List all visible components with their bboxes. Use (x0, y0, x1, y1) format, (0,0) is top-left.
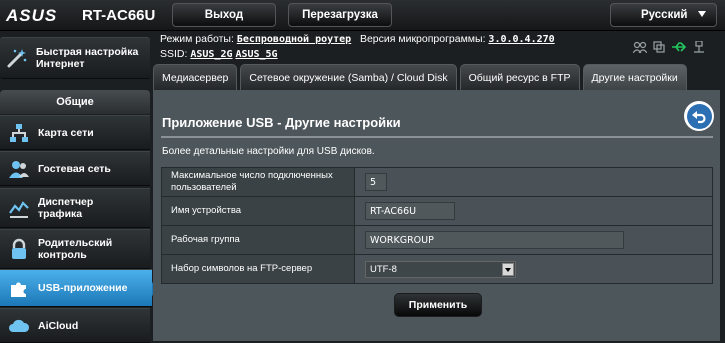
apply-button[interactable]: Применить (394, 293, 482, 317)
sidebar-item-label: Быстрая настройка Интернет (36, 46, 139, 70)
workgroup-label: Рабочая группа (161, 225, 355, 255)
table-row: Набор символов на FTP-сервер UTF-8 (161, 254, 713, 284)
puzzle-icon (8, 277, 30, 299)
max-users-cell: 5 (354, 167, 713, 197)
status-icons (632, 40, 705, 58)
traffic-graph-icon (8, 197, 30, 219)
ssid-label: SSID: (160, 48, 188, 60)
logout-button[interactable]: Выход (172, 3, 276, 27)
back-arrow-icon (686, 103, 712, 129)
ftp-charset-label: Набор символов на FTP-сервер (161, 254, 355, 284)
sidebar-item-guest-network[interactable]: Гостевая сеть (0, 151, 150, 186)
sidebar-item-label: Диспетчер трафика (38, 196, 94, 220)
top-bar: ASUS RT-AC66U Выход Перезагрузка Русский (0, 0, 725, 31)
workgroup-cell: WORKGROUP (354, 225, 713, 255)
device-name-label: Имя устройства (161, 196, 355, 226)
max-users-label: Максимальное число подключенных пользова… (161, 167, 355, 197)
sidebar-section-general: Общие (0, 90, 150, 114)
sidebar-item-quick-setup[interactable]: Быстрая настройка Интернет (0, 37, 150, 79)
cloud-icon (8, 315, 30, 337)
copy-icon[interactable] (653, 40, 665, 58)
main-panel: Приложение USB - Другие настройки Более … (153, 90, 720, 341)
tab-samba[interactable]: Сетевое окружение (Samba) / Cloud Disk (240, 64, 457, 90)
tab-other-settings[interactable]: Другие настройки (582, 64, 687, 90)
back-button[interactable] (684, 101, 714, 131)
asus-logo: ASUS (6, 6, 58, 25)
tab-ftp-share[interactable]: Общий ресурс в FTP (459, 64, 580, 90)
sidebar-item-aicloud[interactable]: AiCloud (0, 308, 150, 343)
sidebar-item-label: AiCloud (38, 319, 79, 332)
mode-label: Режим работы: (160, 33, 234, 45)
sidebar: Быстрая настройка Интернет Общие Карта с… (0, 31, 158, 343)
sidebar-item-usb-application[interactable]: USB-приложение (0, 269, 158, 307)
max-users-input[interactable]: 5 (365, 173, 387, 191)
firmware-label: Версия микропрограммы: (359, 33, 486, 45)
language-label: Русский (641, 9, 688, 21)
tab-bar: Медиасервер Сетевое окружение (Samba) / … (153, 64, 690, 90)
ssid-2g-link[interactable]: ASUS_2G (190, 49, 232, 60)
sidebar-item-label: Гостевая сеть (38, 162, 111, 175)
ftp-charset-cell: UTF-8 (354, 254, 713, 284)
mode-link[interactable]: Беспроводной роутер (237, 34, 351, 45)
settings-table: Максимальное число подключенных пользова… (161, 167, 713, 284)
language-select[interactable]: Русский (610, 3, 717, 27)
chevron-down-icon (502, 262, 514, 276)
chevron-down-icon (698, 11, 706, 17)
model-name: RT-AC66U (82, 7, 156, 24)
page-description: Более детальные настройки для USB дисков… (162, 146, 375, 157)
ftp-charset-select[interactable]: UTF-8 (365, 260, 516, 278)
ssid-5g-link[interactable]: ASUS_5G (235, 49, 277, 60)
network-status-icon[interactable] (693, 40, 705, 58)
network-map-icon (8, 122, 30, 144)
sidebar-item-parental-control[interactable]: Родительский контроль (0, 229, 150, 269)
table-row: Имя устройства RT-AC66U (161, 196, 713, 226)
page-title: Приложение USB - Другие настройки (162, 115, 401, 130)
firmware-link[interactable]: 3.0.0.4.270 (488, 34, 554, 45)
workgroup-input[interactable]: WORKGROUP (365, 231, 624, 249)
ftp-charset-value: UTF-8 (370, 263, 397, 275)
sidebar-item-label: USB-приложение (38, 282, 128, 294)
sidebar-item-network-map[interactable]: Карта сети (0, 115, 150, 150)
reboot-button[interactable]: Перезагрузка (288, 3, 392, 27)
lock-icon (8, 238, 30, 260)
table-row: Максимальное число подключенных пользова… (161, 167, 713, 197)
usb-connected-icon[interactable] (671, 40, 687, 58)
device-name-cell: RT-AC66U (354, 196, 713, 226)
router-status-info: Режим работы: Беспроводной роутер Версия… (160, 33, 555, 63)
sidebar-item-label: Карта сети (38, 126, 94, 139)
sidebar-item-traffic-manager[interactable]: Диспетчер трафика (0, 188, 150, 228)
title-divider (161, 136, 713, 138)
tab-media-server[interactable]: Медиасервер (153, 64, 238, 90)
magic-wand-icon (6, 47, 28, 69)
clients-icon[interactable] (632, 40, 648, 58)
sidebar-item-label: Родительский контроль (38, 237, 113, 261)
device-name-input[interactable]: RT-AC66U (365, 202, 455, 220)
guest-users-icon (8, 158, 30, 180)
table-row: Рабочая группа WORKGROUP (161, 225, 713, 255)
